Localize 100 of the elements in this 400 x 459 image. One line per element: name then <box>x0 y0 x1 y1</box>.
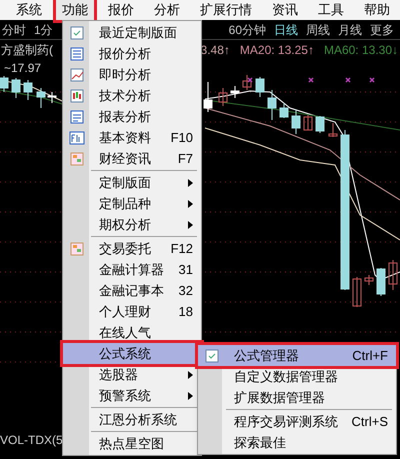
menu-item-label: 基本资料 <box>99 128 151 147</box>
menu-item[interactable]: 定制品种 <box>63 193 201 214</box>
menu-bar-item[interactable]: 扩展行情 <box>194 0 258 20</box>
menu-item[interactable]: 热点星空图 <box>63 433 201 454</box>
signal-marker-icon <box>247 77 253 83</box>
submenu-arrow-icon <box>188 178 193 186</box>
candlestick <box>292 110 300 134</box>
menu-item-label: 公式系统 <box>99 344 151 363</box>
menu-item-label: 定制版面 <box>99 174 151 192</box>
menu-item[interactable]: 定制版面 <box>63 172 201 193</box>
shortcut-label: 32 <box>178 282 193 300</box>
menu-item-label: 金融记事本 <box>99 282 164 300</box>
menu-item-label: 自定义数据管理器 <box>234 368 338 386</box>
period-tab[interactable]: 更多 <box>370 20 394 38</box>
menu-item-label: 报价分析 <box>99 44 151 63</box>
menu-item[interactable]: 自定义数据管理器 <box>198 366 396 387</box>
table-icon <box>69 46 85 62</box>
submenu-arrow-icon <box>188 370 193 378</box>
candlestick <box>316 116 324 134</box>
menu-item-label: 技术分析 <box>99 86 151 105</box>
shortcut-label: Ctrl+F <box>352 346 388 365</box>
candlestick <box>352 276 362 308</box>
candlestick-icon <box>69 88 85 104</box>
submenu-arrow-icon <box>188 392 193 400</box>
menu-item-label: 财经资讯 <box>99 150 151 168</box>
menu-item[interactable]: 报表分析 <box>63 106 201 127</box>
period-tab[interactable]: 分时 <box>2 20 26 38</box>
menu-item[interactable]: 扩展数据管理器 <box>198 387 396 408</box>
menu-bar-item[interactable]: 报价 <box>102 0 140 20</box>
menu-item-label: 预警系统 <box>99 386 151 405</box>
menu-item[interactable]: 探索最佳 <box>198 432 396 453</box>
menu-item-label: 定制品种 <box>99 194 151 213</box>
menu-bar-item[interactable]: 工具 <box>312 0 350 20</box>
volume-indicator-label: VOL-TDX(5 <box>0 432 63 449</box>
submenu-arrow-icon <box>188 220 193 228</box>
menu-bar-item[interactable]: 分析 <box>148 0 186 20</box>
menu-item[interactable]: 江恩分析系统 <box>63 409 201 430</box>
candlestick <box>364 274 374 286</box>
layout-icon <box>204 348 220 364</box>
candlestick <box>12 78 20 98</box>
menu-bar-item[interactable]: 资讯 <box>266 0 304 20</box>
candlestick <box>280 102 288 118</box>
menu-item[interactable]: 交易委托 F12 <box>63 238 201 259</box>
period-tab[interactable]: 1分 <box>34 20 53 38</box>
menu-item-label: 金融计算器 <box>99 260 164 279</box>
period-tab[interactable]: 60分钟 <box>228 20 266 38</box>
period-tab[interactable]: 日线 <box>274 20 298 38</box>
f-key-icon <box>69 130 85 146</box>
candlestick <box>36 88 46 108</box>
candlestick <box>48 92 56 104</box>
menu-item[interactable]: 基本资料 F10 <box>63 127 201 148</box>
price-label: ~17.97 <box>4 61 42 75</box>
shortcut-label: 31 <box>178 260 193 279</box>
shortcut-label: F7 <box>178 150 193 168</box>
menu-item[interactable]: 财经资讯 F7 <box>63 148 201 169</box>
menu-item[interactable]: 金融记事本 32 <box>63 280 201 301</box>
chart-title: 方盛制药( <box>0 42 53 59</box>
menu-bar-item[interactable]: 功能 <box>56 0 94 20</box>
menu-item[interactable]: 预警系统 <box>63 385 201 406</box>
menu-item[interactable]: 技术分析 <box>63 85 201 106</box>
menu-bar-item[interactable]: 系统 <box>10 0 48 20</box>
menu-item[interactable]: 报价分析 <box>63 43 201 64</box>
menu-item[interactable]: 期权分析 <box>63 214 201 235</box>
menu-item-label: 即时分析 <box>99 66 151 84</box>
folder-tree-icon <box>69 150 85 166</box>
menu-item-label: 报表分析 <box>99 108 151 126</box>
menu-item-label: 探索最佳 <box>234 434 286 452</box>
signal-marker-icon <box>345 77 351 83</box>
candlestick <box>24 80 32 100</box>
shortcut-label: Ctrl+S <box>352 412 388 431</box>
candlestick <box>218 88 228 106</box>
signal-marker-icon <box>369 77 375 83</box>
menu-item[interactable]: 程序交易评测系统 Ctrl+S <box>198 411 396 432</box>
candlestick <box>328 122 338 138</box>
report-icon <box>69 108 85 124</box>
candlestick <box>388 260 398 290</box>
candlestick <box>256 76 264 98</box>
submenu-arrow-icon <box>188 200 193 208</box>
menu-item[interactable]: 个人理财 18 <box>63 301 201 322</box>
menu-item[interactable]: 选股器 <box>63 364 201 385</box>
menu-item[interactable]: 公式管理器 Ctrl+F <box>198 345 396 366</box>
period-tab[interactable]: 月线 <box>338 20 362 38</box>
menu-item-label: 交易委托 <box>99 240 151 258</box>
menu-item[interactable]: 金融计算器 31 <box>63 259 201 280</box>
menu-item[interactable]: 在线人气 <box>63 322 201 343</box>
menu-item[interactable]: 即时分析 <box>63 64 201 85</box>
shortcut-label: F12 <box>170 240 193 258</box>
indicator-value: 3.48↑ <box>200 42 230 59</box>
shortcut-label: 18 <box>178 302 193 321</box>
menu-item-label: 个人理财 <box>99 302 151 321</box>
menu-item[interactable]: 最近定制版面 <box>63 22 201 43</box>
menu-item-label: 热点星空图 <box>99 434 164 453</box>
menu-item-label: 选股器 <box>99 366 138 384</box>
indicator-value: MA20: 13.25↑ <box>240 42 314 59</box>
candlestick <box>376 268 386 296</box>
menu-item-label: 在线人气 <box>99 324 151 342</box>
folder-tree-icon <box>69 240 85 256</box>
menu-item-label: 最近定制版面 <box>99 24 177 42</box>
menu-bar-item[interactable]: 帮助 <box>358 0 396 20</box>
period-tab[interactable]: 周线 <box>306 20 330 38</box>
